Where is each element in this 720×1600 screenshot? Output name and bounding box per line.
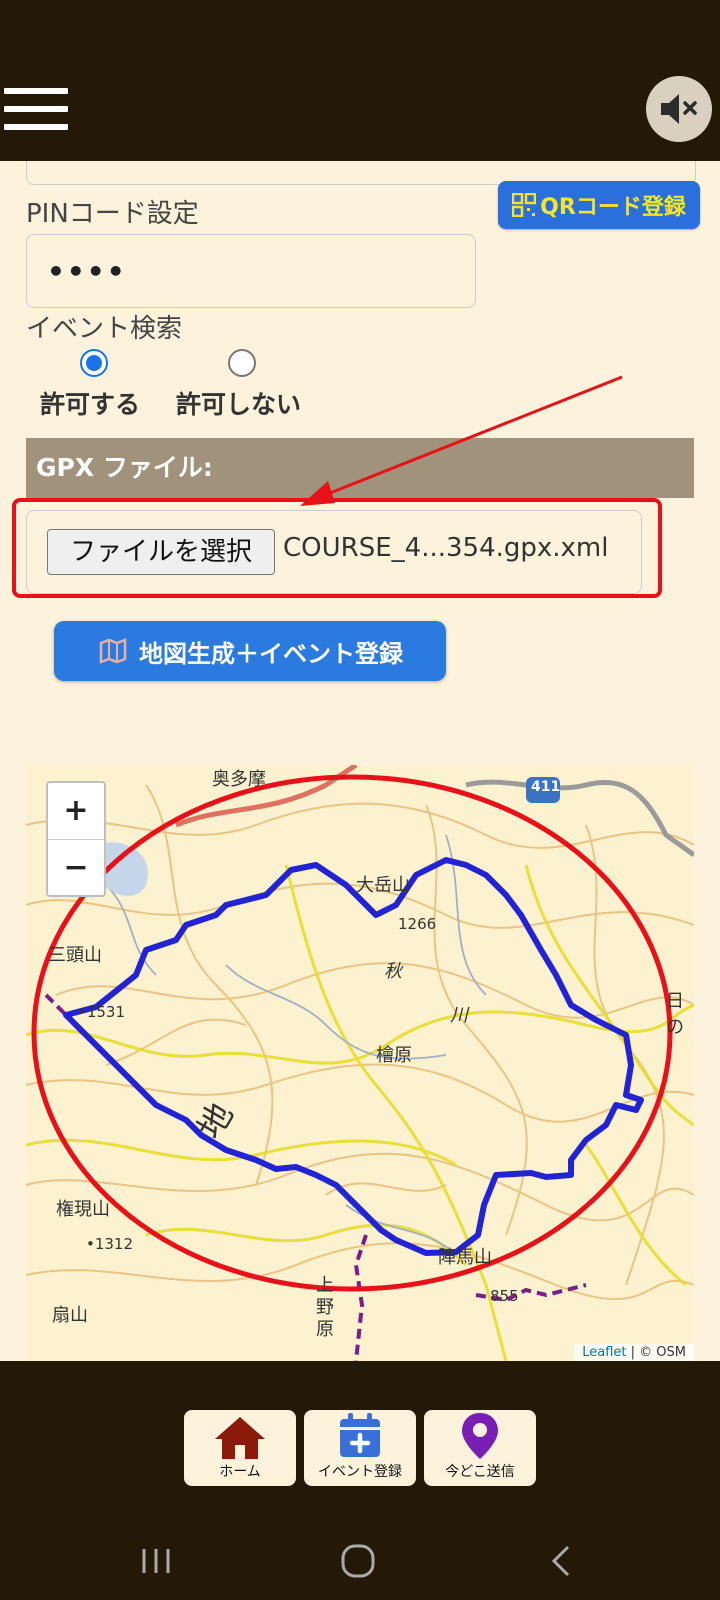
back-chevron-icon[interactable] (542, 1541, 582, 1581)
map-label-elev1266: 1266 (398, 915, 437, 933)
zoom-in-button[interactable]: + (48, 783, 104, 840)
qr-register-button[interactable]: QRコード登録 (498, 181, 700, 229)
map-label-elev1531: •1531 (78, 1003, 126, 1021)
map-label-hinohara: 檜原 (376, 1045, 412, 1066)
map-view[interactable]: + − 奥多摩 大岳山 1266 三頭山 •1531 秋 川 檜原 地 権現山 … (26, 765, 694, 1361)
map-label-hi: 日の (666, 991, 684, 1038)
map-label-odake: 大岳山 (356, 875, 410, 896)
generate-map-button[interactable]: 地図生成＋イベント登録 (54, 621, 446, 681)
map-label-aki: 秋 (384, 961, 402, 982)
home-icon (215, 1417, 265, 1459)
map-label-mitou: 三頭山 (48, 945, 102, 966)
pin-label: PINコード設定 (26, 199, 199, 229)
map-label-jinba: 陣馬山 (438, 1247, 492, 1268)
bottom-nav: ホーム イベント登録 今どこ送信 (0, 1361, 720, 1600)
nav-home-label: ホーム (219, 1464, 261, 1480)
map-label-ougi: 扇山 (52, 1305, 88, 1326)
nav-location-send-button[interactable]: 今どこ送信 (424, 1410, 536, 1486)
map-tiles (26, 765, 694, 1361)
calendar-plus-icon (340, 1413, 380, 1457)
qr-register-label: QRコード登録 (540, 195, 686, 220)
recent-apps-icon[interactable] (136, 1541, 176, 1581)
nav-event-register-button[interactable]: イベント登録 (304, 1410, 416, 1486)
map-label-gongen: 権現山 (56, 1199, 110, 1220)
nav-home-button[interactable]: ホーム (184, 1410, 296, 1486)
map-attribution: Leaflet | © OSM (574, 1344, 694, 1361)
pin-input[interactable]: •••• (26, 234, 476, 308)
qr-code-icon (512, 193, 537, 217)
generate-map-label: 地図生成＋イベント登録 (139, 639, 403, 668)
map-label-ueno: 上野原 (316, 1275, 334, 1340)
leaflet-link[interactable]: Leaflet (582, 1345, 626, 1360)
zoom-control: + − (46, 781, 106, 897)
annotation-arrow (300, 375, 623, 506)
radio-allow[interactable] (80, 349, 108, 377)
nav-location-send-label: 今どこ送信 (445, 1464, 515, 1480)
mute-button[interactable] (646, 76, 712, 142)
map-generate-icon (99, 638, 127, 664)
map-label-okutama: 奥多摩 (212, 769, 266, 790)
form-area: QRコード登録 PINコード設定 •••• イベント検索 許可する 許可しない … (0, 131, 720, 1361)
map-label-elev855: 855 (490, 1287, 519, 1305)
map-label-kawa: 川 (450, 1005, 468, 1026)
nav-event-register-label: イベント登録 (318, 1464, 402, 1480)
hamburger-menu-icon[interactable] (4, 88, 68, 136)
map-label-route: 411 (531, 779, 561, 795)
osm-attribution: | © OSM (626, 1345, 686, 1360)
radio-deny[interactable] (228, 349, 256, 377)
speaker-muted-icon (661, 94, 697, 124)
home-circle-icon[interactable] (338, 1541, 378, 1581)
zoom-out-button[interactable]: − (48, 840, 104, 896)
location-pin-icon (462, 1413, 498, 1459)
radio-allow-label: 許可する (40, 390, 141, 419)
app-header (0, 0, 720, 161)
map-label-elev1312: •1312 (86, 1235, 134, 1253)
event-search-label: イベント検索 (26, 314, 183, 344)
